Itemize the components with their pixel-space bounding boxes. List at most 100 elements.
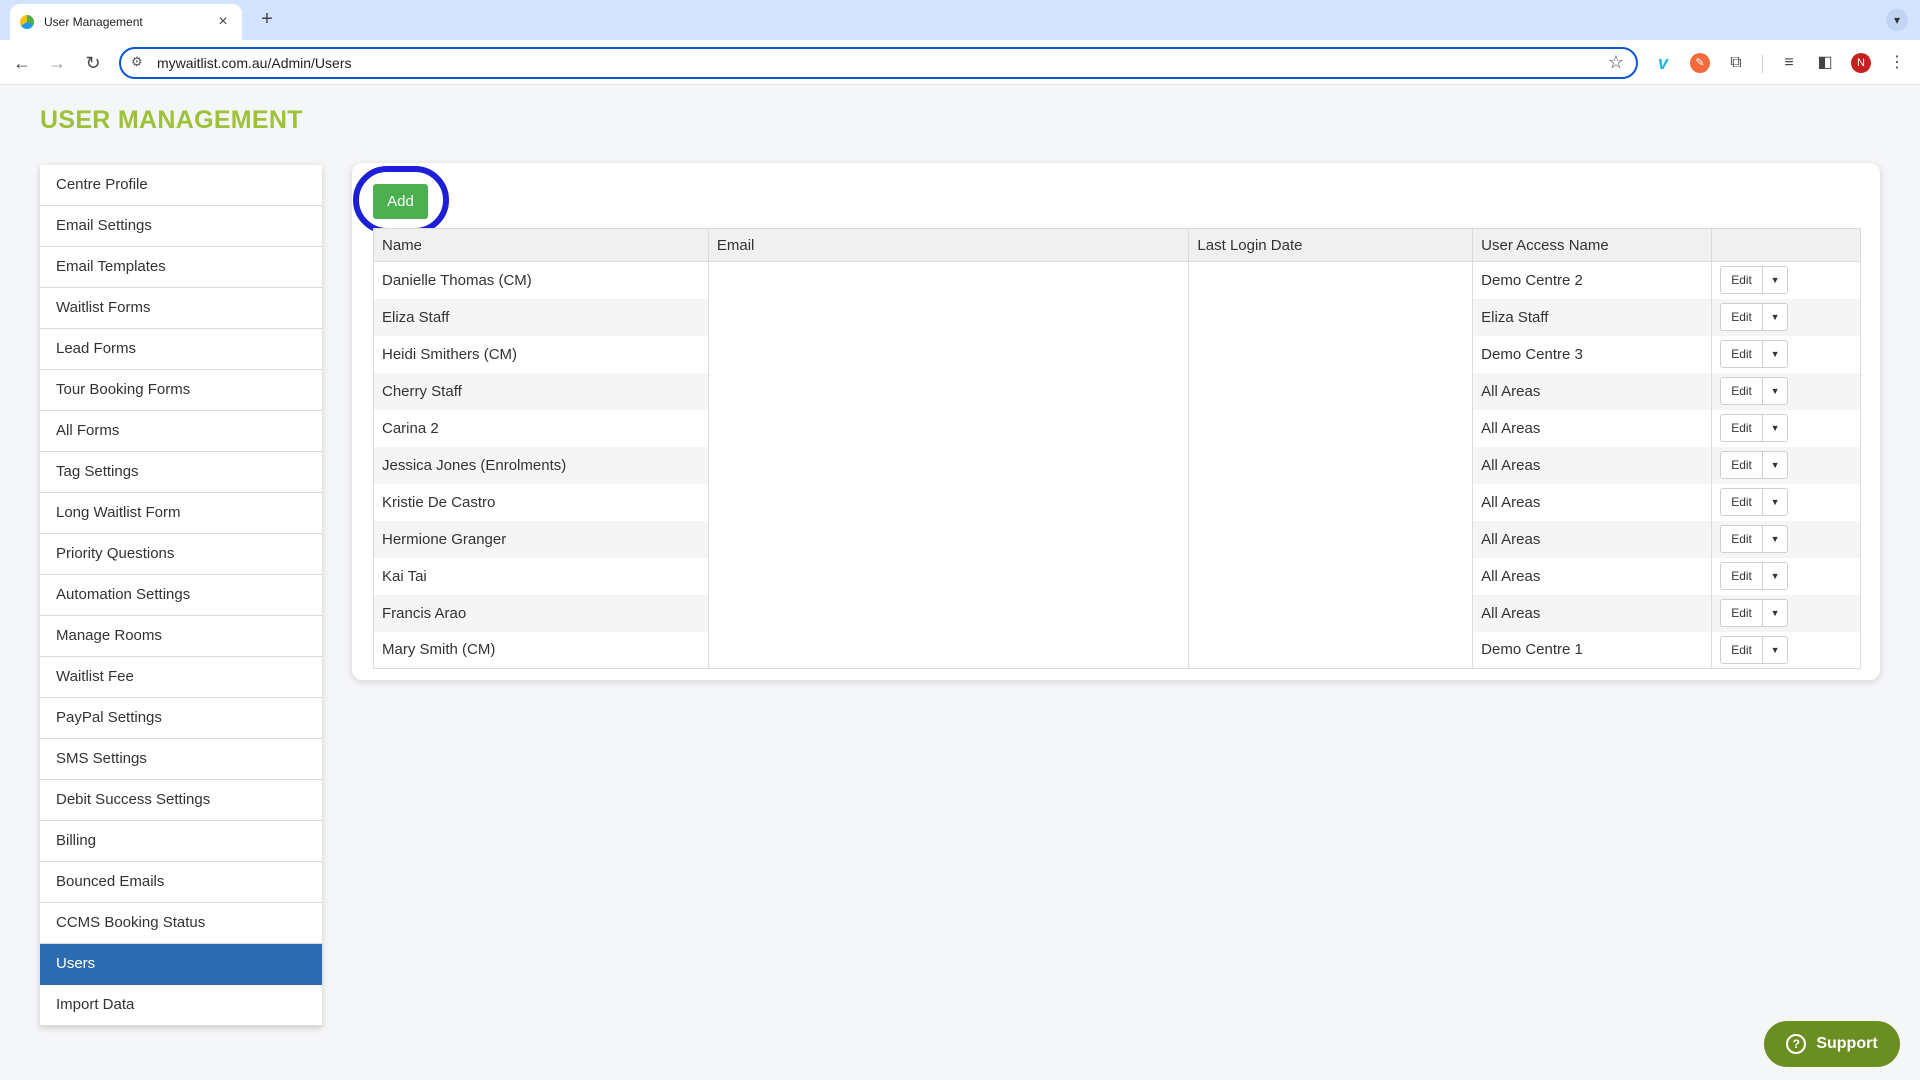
- url-text[interactable]: mywaitlist.com.au/Admin/Users: [157, 55, 352, 71]
- cell-name: Cherry Staff: [373, 372, 709, 410]
- cell-last-login: [1188, 261, 1474, 299]
- table-row: Jessica Jones (Enrolments) All Areas Edit ▼: [373, 446, 1861, 484]
- sidebar-item-centre-profile[interactable]: Centre Profile: [40, 165, 322, 206]
- sidebar-item-tag-settings[interactable]: Tag Settings: [40, 452, 322, 493]
- caret-down-icon[interactable]: ▼: [1763, 341, 1787, 367]
- cell-access: All Areas: [1472, 446, 1713, 484]
- cell-actions: Edit ▼: [1711, 520, 1861, 558]
- tab-search-icon[interactable]: ▾: [1886, 9, 1908, 31]
- edit-button[interactable]: Edit: [1721, 600, 1764, 626]
- cell-last-login: [1188, 335, 1474, 373]
- column-header-email[interactable]: Email: [707, 228, 1190, 262]
- sidebar-item-bounced-emails[interactable]: Bounced Emails: [40, 862, 322, 903]
- caret-down-icon[interactable]: ▼: [1763, 378, 1787, 404]
- extension-orange-icon[interactable]: ✎: [1690, 53, 1710, 73]
- edit-button[interactable]: Edit: [1721, 489, 1764, 515]
- cell-access: Demo Centre 1: [1472, 631, 1713, 669]
- site-favicon-icon: [20, 15, 34, 29]
- address-bar[interactable]: ⚙ mywaitlist.com.au/Admin/Users ☆: [119, 47, 1638, 79]
- cell-access: All Areas: [1472, 483, 1713, 521]
- table-row: Heidi Smithers (CM) Demo Centre 3 Edit ▼: [373, 335, 1861, 373]
- sidebar-item-waitlist-forms[interactable]: Waitlist Forms: [40, 288, 322, 329]
- cell-access: All Areas: [1472, 594, 1713, 632]
- cell-actions: Edit ▼: [1711, 261, 1861, 299]
- back-arrow-icon[interactable]: ←: [9, 50, 35, 76]
- close-tab-icon[interactable]: ×: [214, 13, 232, 31]
- settings-sidebar: Centre Profile Email Settings Email Templa…: [40, 165, 322, 1026]
- caret-down-icon[interactable]: ▼: [1763, 563, 1787, 589]
- sidebar-item-paypal-settings[interactable]: PayPal Settings: [40, 698, 322, 739]
- page-title: USER MANAGEMENT: [40, 106, 303, 134]
- caret-down-icon[interactable]: ▼: [1763, 489, 1787, 515]
- caret-down-icon[interactable]: ▼: [1763, 637, 1787, 663]
- edit-button-group: Edit ▼: [1720, 340, 1789, 368]
- sidebar-item-lead-forms[interactable]: Lead Forms: [40, 329, 322, 370]
- support-button[interactable]: ? Support: [1764, 1021, 1900, 1067]
- help-icon: ?: [1786, 1034, 1807, 1054]
- forward-arrow-icon[interactable]: →: [44, 50, 70, 76]
- sidebar-item-sms-settings[interactable]: SMS Settings: [40, 739, 322, 780]
- vimeo-extension-icon[interactable]: v: [1653, 53, 1673, 73]
- cell-access: Eliza Staff: [1472, 298, 1713, 336]
- sidebar-item-ccms-booking-status[interactable]: CCMS Booking Status: [40, 903, 322, 944]
- edit-button[interactable]: Edit: [1721, 452, 1764, 478]
- cell-email: [707, 372, 1190, 410]
- table-row: Kai Tai All Areas Edit ▼: [373, 557, 1861, 595]
- column-header-last-login[interactable]: Last Login Date: [1188, 228, 1474, 262]
- browser-menu-icon[interactable]: ⋮: [1887, 53, 1907, 73]
- sidebar-item-automation-settings[interactable]: Automation Settings: [40, 575, 322, 616]
- sidebar-item-import-data[interactable]: Import Data: [40, 985, 322, 1026]
- edit-button[interactable]: Edit: [1721, 341, 1764, 367]
- sidebar-item-priority-questions[interactable]: Priority Questions: [40, 534, 322, 575]
- table-header-row: Name Email Last Login Date User Access N…: [373, 228, 1861, 262]
- profile-avatar[interactable]: N: [1851, 53, 1871, 73]
- edit-button[interactable]: Edit: [1721, 304, 1764, 330]
- caret-down-icon[interactable]: ▼: [1763, 415, 1787, 441]
- media-queue-icon[interactable]: ≡: [1779, 53, 1799, 73]
- table-row: Cherry Staff All Areas Edit ▼: [373, 372, 1861, 410]
- cell-last-login: [1188, 520, 1474, 558]
- cell-actions: Edit ▼: [1711, 483, 1861, 521]
- sidebar-item-debit-success-settings[interactable]: Debit Success Settings: [40, 780, 322, 821]
- sidebar-item-waitlist-fee[interactable]: Waitlist Fee: [40, 657, 322, 698]
- cell-access: All Areas: [1472, 520, 1713, 558]
- caret-down-icon[interactable]: ▼: [1763, 304, 1787, 330]
- sidebar-item-billing[interactable]: Billing: [40, 821, 322, 862]
- extensions-puzzle-icon[interactable]: ⧉: [1726, 53, 1746, 73]
- sidebar-item-email-settings[interactable]: Email Settings: [40, 206, 322, 247]
- add-user-button[interactable]: Add: [373, 184, 428, 219]
- edit-button[interactable]: Edit: [1721, 378, 1764, 404]
- sidebar-item-long-waitlist-form[interactable]: Long Waitlist Form: [40, 493, 322, 534]
- edit-button[interactable]: Edit: [1721, 526, 1764, 552]
- cell-name: Carina 2: [373, 409, 709, 447]
- edit-button[interactable]: Edit: [1721, 563, 1764, 589]
- cell-actions: Edit ▼: [1711, 298, 1861, 336]
- edit-button[interactable]: Edit: [1721, 636, 1764, 663]
- cell-last-login: [1188, 557, 1474, 595]
- column-header-name[interactable]: Name: [373, 228, 709, 262]
- bookmark-star-icon[interactable]: ☆: [1608, 52, 1624, 73]
- cell-access: All Areas: [1472, 409, 1713, 447]
- cell-name: Heidi Smithers (CM): [373, 335, 709, 373]
- cell-access: Demo Centre 3: [1472, 335, 1713, 373]
- sidebar-item-users[interactable]: Users: [40, 944, 322, 985]
- sidebar-item-email-templates[interactable]: Email Templates: [40, 247, 322, 288]
- cell-access: All Areas: [1472, 557, 1713, 595]
- edit-button[interactable]: Edit: [1721, 415, 1764, 441]
- sidebar-item-manage-rooms[interactable]: Manage Rooms: [40, 616, 322, 657]
- caret-down-icon[interactable]: ▼: [1763, 452, 1787, 478]
- new-tab-button[interactable]: +: [255, 8, 279, 32]
- reload-icon[interactable]: ↻: [80, 50, 106, 76]
- edit-button[interactable]: Edit: [1721, 267, 1764, 294]
- site-info-icon[interactable]: ⚙: [131, 54, 143, 70]
- cell-actions: Edit ▼: [1711, 335, 1861, 373]
- sidebar-item-tour-booking-forms[interactable]: Tour Booking Forms: [40, 370, 322, 411]
- sidebar-item-all-forms[interactable]: All Forms: [40, 411, 322, 452]
- caret-down-icon[interactable]: ▼: [1763, 600, 1787, 626]
- caret-down-icon[interactable]: ▼: [1763, 526, 1787, 552]
- browser-tab[interactable]: User Management ×: [10, 4, 242, 40]
- column-header-access[interactable]: User Access Name: [1472, 228, 1713, 262]
- side-panel-icon[interactable]: ◧: [1815, 53, 1835, 73]
- caret-down-icon[interactable]: ▼: [1763, 267, 1787, 293]
- edit-button-group: Edit ▼: [1720, 488, 1789, 516]
